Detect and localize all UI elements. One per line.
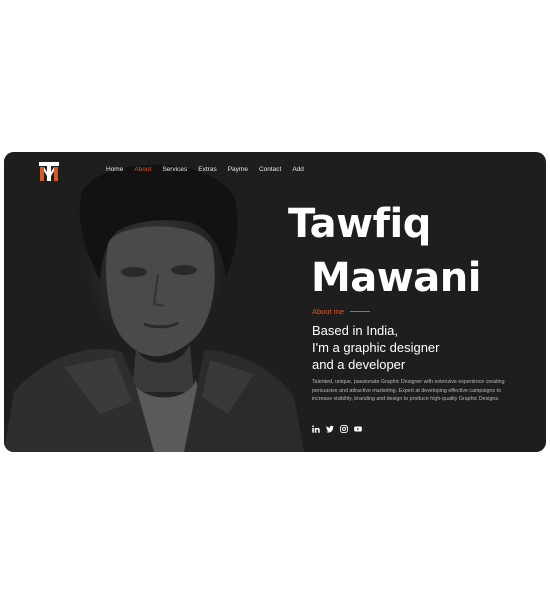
twitter-link[interactable] xyxy=(326,425,334,433)
twitter-icon xyxy=(326,425,334,433)
nav-item-about[interactable]: About xyxy=(134,166,151,173)
nav-item-add[interactable]: Add xyxy=(292,166,304,173)
youtube-link[interactable] xyxy=(354,425,362,433)
hero-last-name: Mawani xyxy=(311,255,481,301)
hero-card: Home About Services Extras Payme Contact… xyxy=(4,152,546,452)
about-divider xyxy=(350,310,371,313)
headline-line: and a developer xyxy=(312,357,406,372)
about-me-text: About me xyxy=(312,307,345,316)
tm-monogram-logo-icon xyxy=(39,162,59,181)
headline-line: Based in India, xyxy=(312,323,399,338)
nav-item-home[interactable]: Home xyxy=(106,166,123,173)
hero-first-name: Tawfiq xyxy=(288,201,431,247)
nav-item-extras[interactable]: Extras xyxy=(198,166,216,173)
nav-item-contact[interactable]: Contact xyxy=(259,166,281,173)
nav-item-services[interactable]: Services xyxy=(162,166,187,173)
instagram-link[interactable] xyxy=(340,425,348,433)
hero-headline: Based in India, I'm a graphic designer a… xyxy=(312,322,532,373)
nav-item-payme[interactable]: Payme xyxy=(228,166,248,173)
instagram-icon xyxy=(340,425,348,433)
linkedin-link[interactable] xyxy=(312,425,320,433)
youtube-icon xyxy=(354,426,362,432)
social-links xyxy=(312,425,362,433)
portrait-image xyxy=(4,152,304,452)
bio-text: Talented, unique, passionate Graphic Des… xyxy=(312,379,505,403)
headline-line: I'm a graphic designer xyxy=(312,340,440,355)
brand-logo[interactable] xyxy=(38,160,60,182)
main-nav: Home About Services Extras Payme Contact… xyxy=(106,166,315,173)
linkedin-icon xyxy=(312,425,320,433)
about-me-label: About me xyxy=(312,307,371,316)
